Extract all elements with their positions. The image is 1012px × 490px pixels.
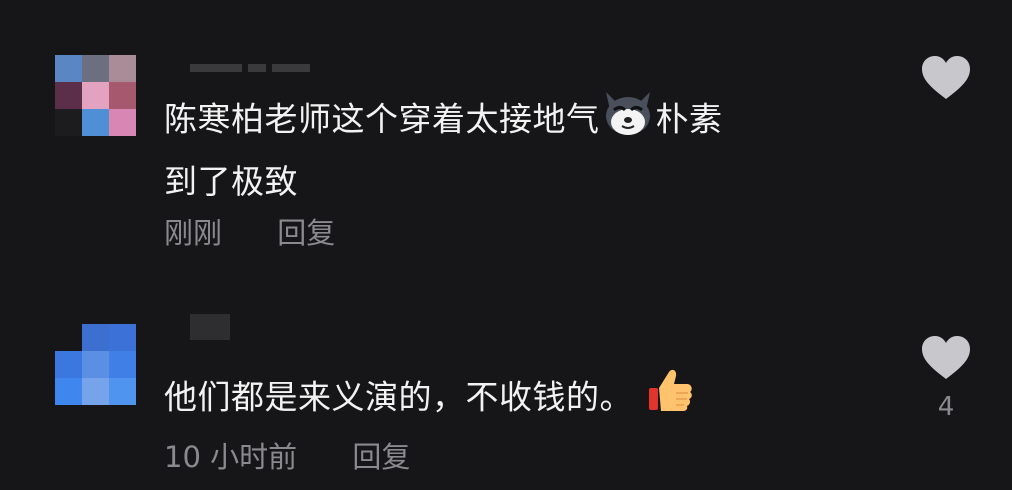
comment-text-line2: 到了极致 [164,162,298,201]
comment-meta: 10 小时前 回复 [164,434,410,476]
comment-item: 陈寒柏老师这个穿着太接地气 朴素 到了极致 刚刚 回复 [0,0,1012,270]
timestamp: 10 小时前 [164,440,298,474]
reply-button[interactable]: 回复 [352,434,410,476]
comment-text-line1b: 朴素 [655,99,723,139]
username-redacted[interactable] [190,58,310,72]
comment-text: 陈寒柏老师这个穿着太接地气 朴素 到了极致 [164,88,723,209]
avatar[interactable] [55,55,136,136]
comment-meta: 刚刚 回复 [164,210,335,252]
comment-text: 他们都是来义演的，不收钱的。 [164,368,695,430]
husky-dog-emoji-icon [600,88,656,154]
comment-text-line1: 陈寒柏老师这个穿着太接地气 [164,99,600,139]
like-count: 4 [937,392,955,422]
username-redacted[interactable] [190,314,230,340]
reply-button[interactable]: 回复 [277,210,335,252]
like-button[interactable] [920,55,972,105]
comment-item: 他们都是来义演的，不收钱的。 10 小时前 回复 4 [0,300,1012,490]
thumbs-up-emoji-icon [647,368,695,430]
timestamp: 刚刚 [164,216,223,250]
like-button[interactable] [920,335,972,385]
avatar[interactable] [55,324,136,405]
heart-icon [922,336,970,379]
comment-text-line1: 他们都是来义演的，不收钱的。 [164,377,633,417]
heart-icon [922,56,970,99]
